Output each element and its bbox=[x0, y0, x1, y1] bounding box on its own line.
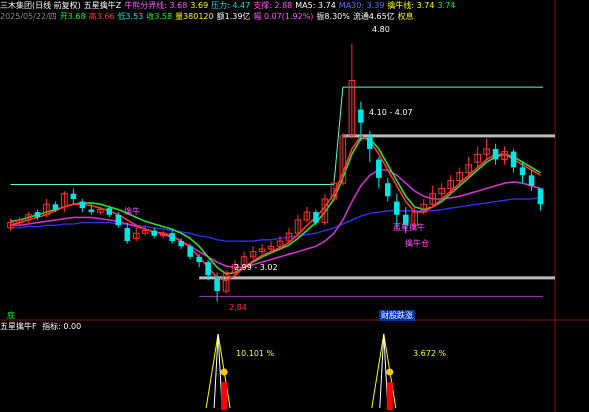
candle-body bbox=[510, 151, 517, 168]
candle-body bbox=[196, 256, 202, 263]
signal-b-label: 蓝星擒牛 bbox=[393, 223, 425, 232]
pct-b-label: 3.672 % bbox=[413, 349, 447, 358]
pct-a-label: 10.101 % bbox=[236, 349, 275, 358]
zone-lower-label: 2.99 - 3.02 bbox=[234, 263, 278, 272]
candle-body bbox=[205, 262, 211, 276]
candle-body bbox=[169, 233, 175, 242]
signal-marker-b-bar bbox=[386, 382, 393, 410]
signal-c-label: 擒牛仓 bbox=[405, 239, 429, 248]
candle-body bbox=[52, 204, 59, 210]
signal-marker-a-smile bbox=[220, 368, 228, 376]
candle-body bbox=[492, 148, 499, 160]
candle-body bbox=[367, 135, 373, 149]
sub-title: 五星擒牛F bbox=[0, 322, 37, 331]
candle-body bbox=[214, 277, 220, 292]
candle-body bbox=[151, 230, 158, 236]
candle-body bbox=[187, 246, 193, 257]
candle-body bbox=[358, 109, 364, 123]
ma-blue-line bbox=[10, 197, 541, 242]
candle-body bbox=[178, 241, 184, 247]
candle-body bbox=[70, 193, 77, 199]
signal-a-label: 擒牛 bbox=[124, 207, 140, 216]
candle-body bbox=[106, 208, 113, 215]
sub-value: 指标: 0.00 bbox=[42, 322, 82, 331]
bottom-left-label: 底 bbox=[7, 311, 15, 320]
high-price-label: 4.80 bbox=[372, 25, 390, 34]
candle-body bbox=[528, 175, 535, 186]
candle-body bbox=[519, 167, 526, 176]
bottom-mid-label: 财股跌涨 bbox=[379, 310, 415, 321]
signal-marker-b-smile bbox=[386, 368, 394, 376]
candle-body bbox=[376, 159, 382, 178]
candle-body bbox=[124, 227, 131, 242]
candle-body bbox=[34, 212, 41, 218]
signal-marker-a-bar bbox=[221, 382, 228, 410]
candle-body bbox=[79, 201, 86, 209]
candle-body bbox=[393, 201, 400, 215]
candle-body bbox=[385, 183, 391, 197]
low-price-label: 2.84 bbox=[229, 303, 247, 312]
zone-upper-label: 4.10 - 4.07 bbox=[369, 108, 413, 117]
candle-body bbox=[88, 209, 95, 213]
candlestick-chart[interactable] bbox=[0, 0, 589, 412]
candle-body bbox=[537, 188, 544, 205]
candle-body bbox=[313, 212, 319, 223]
chart-window: 三木集团(日线 前复权) 五星擒牛Z 牛熊分界线: 3.68 3.69 压力: 4.47… bbox=[0, 0, 589, 412]
candle-body bbox=[115, 214, 122, 226]
sub-header: 五星擒牛F 指标: 0.00 bbox=[0, 322, 84, 332]
